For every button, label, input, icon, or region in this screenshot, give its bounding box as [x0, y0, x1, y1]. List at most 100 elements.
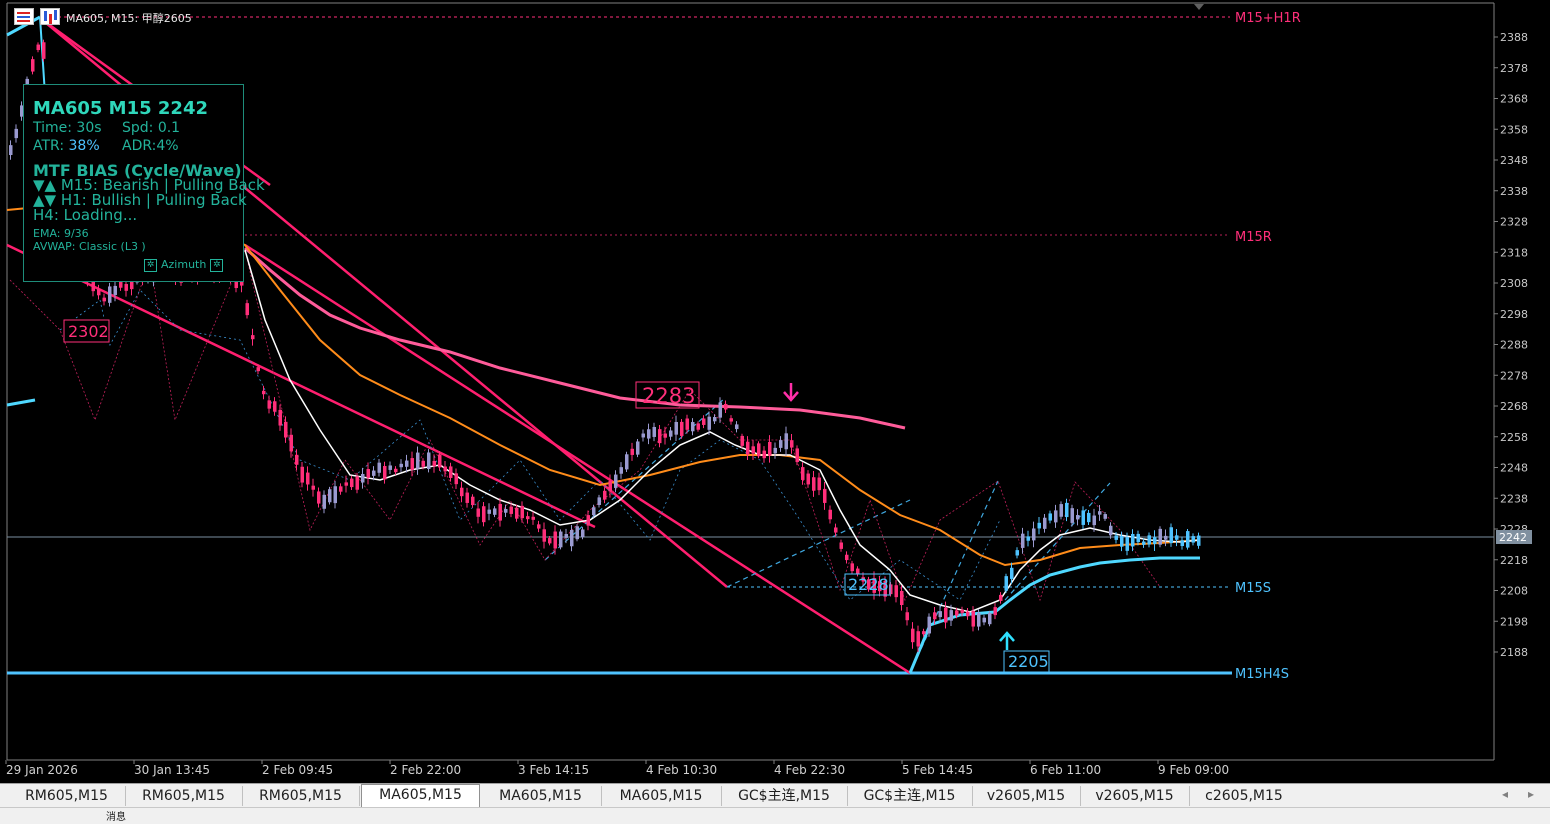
tab-chart[interactable]: RM605,M15 — [8, 786, 126, 806]
price-label: 2388 — [1500, 31, 1528, 44]
price-label: 2378 — [1500, 62, 1528, 75]
bar-chart-icon[interactable] — [40, 8, 60, 25]
tab-chart[interactable]: v2605,M15 — [972, 786, 1081, 806]
candle-body — [1153, 537, 1157, 544]
price-label: 2198 — [1500, 615, 1528, 628]
candle-body — [685, 418, 689, 430]
tab-chart[interactable]: v2605,M15 — [1080, 786, 1190, 806]
spread-label: Spd: 0.1 — [122, 120, 181, 136]
avwap-settings: AVWAP: Classic (L3 ) — [33, 240, 146, 253]
candle-body — [284, 421, 288, 438]
adr-label: ADR:4% — [122, 138, 179, 154]
candle-body — [1076, 515, 1080, 520]
candle-body — [509, 506, 513, 514]
candle-body — [1048, 513, 1052, 521]
candle-body — [449, 466, 453, 478]
candle-body — [498, 503, 502, 521]
candle-body — [295, 454, 299, 465]
candle-body — [894, 585, 898, 598]
candle-body — [14, 128, 18, 139]
candle-body — [372, 470, 376, 476]
channel-lines — [544, 397, 1111, 674]
tab-chart[interactable]: c2605,M15 — [1189, 786, 1299, 806]
candle-body — [377, 462, 381, 473]
time-label: 2 Feb 09:45 — [262, 763, 333, 777]
chart-menu-icon[interactable] — [14, 8, 34, 25]
tab-chart[interactable]: GC$主连,M15 — [847, 786, 973, 806]
candle-body — [647, 429, 651, 439]
candle-body — [559, 531, 563, 548]
candle-body — [1103, 514, 1107, 519]
candle-body — [993, 607, 997, 616]
candle-body — [1169, 527, 1173, 544]
candle-body — [630, 448, 634, 455]
candle-body — [311, 485, 315, 490]
candle-body — [553, 531, 557, 549]
current-price-value: 2242 — [1499, 531, 1527, 544]
candle-body — [757, 443, 761, 457]
tab-chart[interactable]: MA605,M15 — [601, 786, 722, 806]
candle-body — [1136, 533, 1140, 543]
candle-body — [658, 429, 662, 444]
candle-body — [1098, 511, 1102, 515]
candle-body — [652, 426, 656, 437]
price-label: 2368 — [1500, 93, 1528, 106]
candle-body — [245, 303, 249, 316]
brand-footer: ✲ Azimuth ✲ — [140, 258, 227, 272]
candle-body — [124, 284, 128, 291]
candle-body — [850, 563, 854, 572]
price-label: 2338 — [1500, 185, 1528, 198]
tab-chart[interactable]: RM605,M15 — [242, 786, 360, 806]
candle-body — [636, 441, 640, 455]
level-label: M15H4S — [1235, 667, 1289, 682]
candle-body — [1191, 536, 1195, 543]
tab-scroll-right-icon[interactable]: ▸ — [1528, 787, 1534, 801]
tab-chart-active[interactable]: MA605,M15 — [361, 784, 480, 807]
time-axis[interactable]: 29 Jan 2026 30 Jan 13:45 2 Feb 09:45 2 Feb … — [5, 760, 1229, 777]
candle-body — [493, 508, 497, 515]
price-label: 2188 — [1500, 646, 1528, 659]
gear-icon[interactable]: ✲ — [144, 258, 157, 272]
candle-body — [966, 611, 970, 617]
tab-chart[interactable]: MA605,M15 — [480, 786, 602, 806]
tab-chart[interactable]: RM605,M15 — [125, 786, 243, 806]
tab-scroll-left-icon[interactable]: ◂ — [1502, 787, 1508, 801]
candle-body — [938, 611, 942, 618]
candle-body — [762, 450, 766, 459]
symbol-title: MA605, M15: 甲醇2605 — [66, 12, 192, 25]
ema-settings: EMA: 9/36 — [33, 227, 89, 240]
candle-body — [339, 486, 343, 492]
candle-body — [713, 417, 717, 422]
candle-body — [674, 421, 678, 435]
candle-body — [911, 628, 915, 643]
time-label: 30 Jan 13:45 — [134, 763, 210, 777]
tab-chart[interactable]: GC$主连,M15 — [721, 786, 848, 806]
info-panel[interactable]: MA605 M15 2242 Time: 30s Spd: 0.1 ATR: 3… — [23, 84, 265, 282]
level-label: M15+H1R — [1235, 11, 1301, 26]
atr-prefix: ATR: — [33, 138, 69, 154]
candle-body — [900, 590, 904, 605]
brand-label: Azimuth — [161, 258, 207, 271]
callout-2228: 2228 — [844, 573, 891, 596]
candle-body — [977, 612, 981, 627]
candle-body — [515, 507, 519, 519]
candle-body — [355, 476, 359, 490]
price-label: 2268 — [1500, 400, 1528, 413]
candle-body — [735, 424, 739, 430]
candle-body — [42, 42, 46, 59]
candle-body — [9, 145, 13, 156]
candle-body — [933, 612, 937, 620]
callout-2302: 2302 — [63, 319, 110, 343]
candle-body — [1120, 536, 1124, 547]
callout-2283: 2283 — [635, 381, 700, 409]
price-axis[interactable]: 2388 2378 2368 2358 2348 2338 2328 2318 2308 2298… — [1494, 31, 1528, 659]
gear-icon[interactable]: ✲ — [210, 258, 224, 272]
candle-body — [669, 430, 673, 437]
candle-body — [1065, 502, 1069, 518]
candle-body — [1087, 512, 1091, 523]
time-label: 6 Feb 11:00 — [1030, 763, 1101, 777]
candle-body — [680, 421, 684, 436]
candle-body — [1032, 528, 1036, 541]
candle-body — [1070, 508, 1074, 523]
candle-body — [702, 418, 706, 425]
